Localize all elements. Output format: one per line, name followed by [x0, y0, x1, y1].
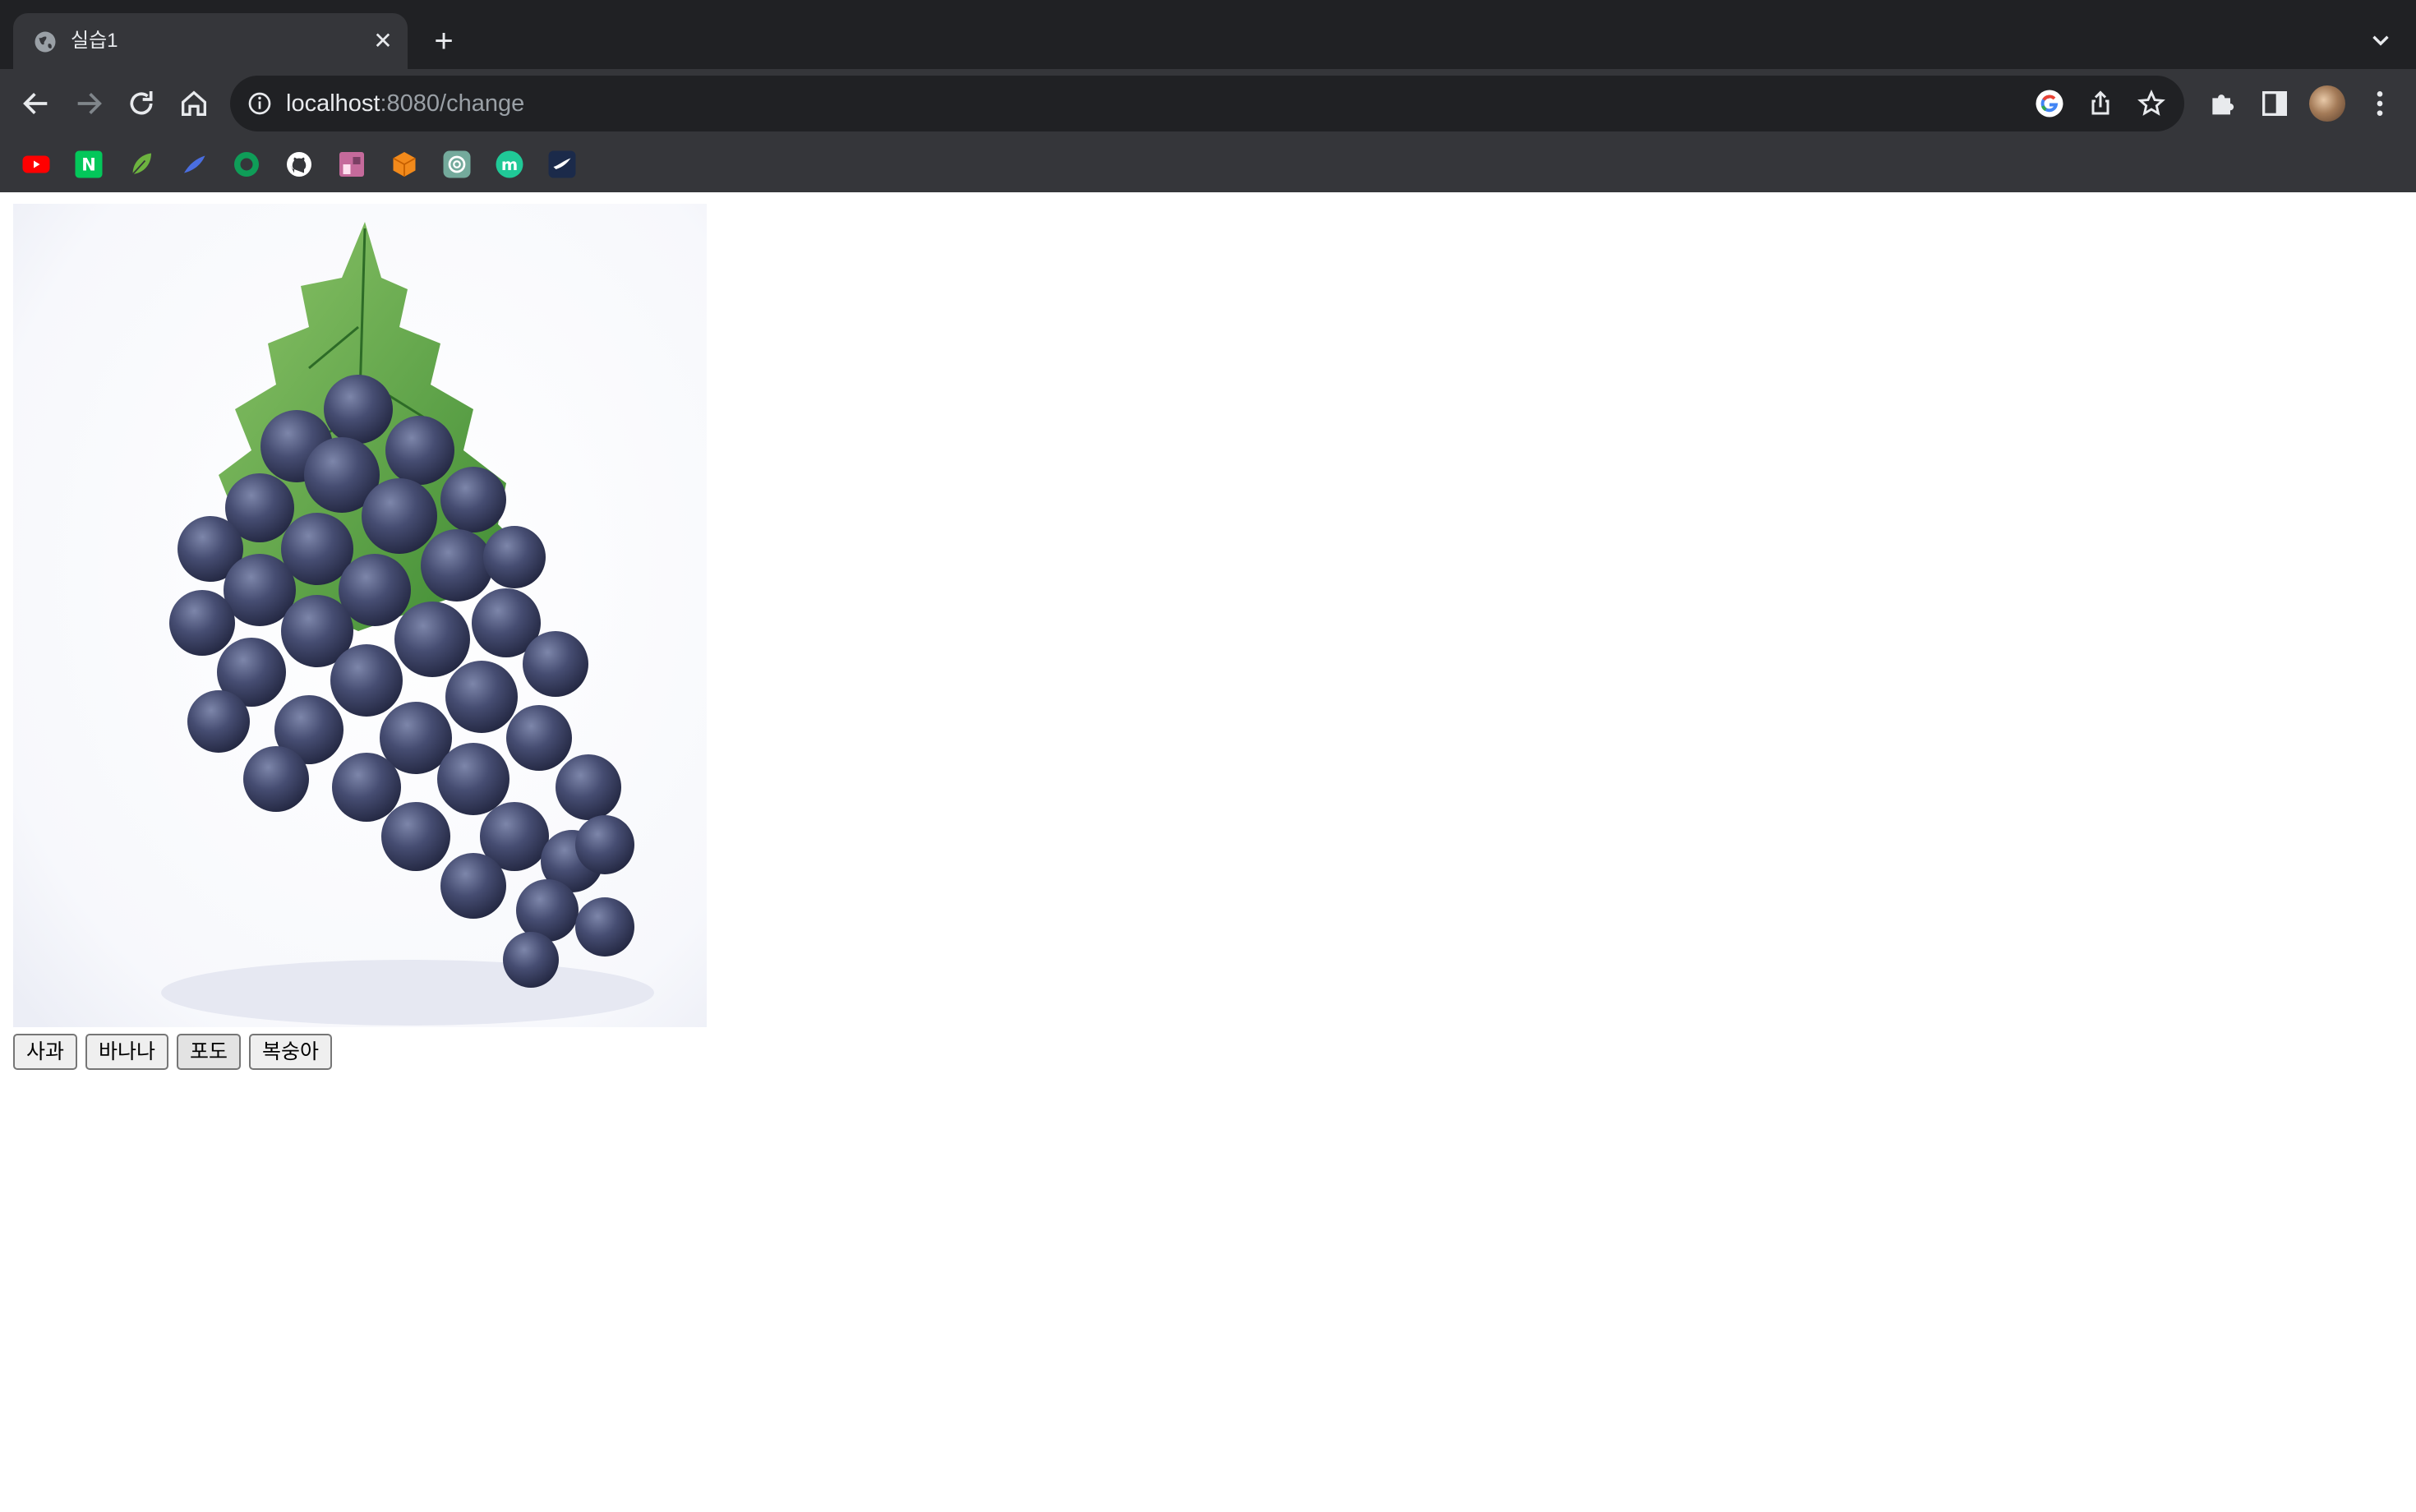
- feather-icon[interactable]: [179, 150, 209, 179]
- browser-chrome: 실습1 ✕ + localhost:8080/change N m: [0, 0, 2416, 192]
- address-bar[interactable]: localhost:8080/change: [230, 76, 2184, 131]
- github-icon[interactable]: [284, 150, 314, 179]
- google-lens-icon[interactable]: [2035, 89, 2064, 118]
- youtube-icon[interactable]: [21, 150, 51, 179]
- tab-strip: 실습1 ✕ +: [0, 0, 2416, 69]
- side-panel-icon[interactable]: [2258, 87, 2291, 120]
- leaf-icon[interactable]: [127, 150, 156, 179]
- cube-icon[interactable]: [390, 150, 419, 179]
- svg-text:N: N: [81, 155, 96, 175]
- reload-icon[interactable]: [125, 87, 158, 120]
- url-text[interactable]: localhost:8080/change: [286, 89, 524, 118]
- grape-image: [13, 204, 707, 1027]
- bookmark-star-icon[interactable]: [2137, 89, 2166, 118]
- grape-button[interactable]: 포도: [177, 1034, 242, 1070]
- profile-avatar[interactable]: [2309, 85, 2345, 122]
- tab-title: 실습1: [71, 30, 118, 52]
- forward-icon[interactable]: [72, 87, 105, 120]
- bookmarks-bar: N m: [0, 138, 2416, 192]
- menu-kebab-icon[interactable]: [2363, 87, 2396, 120]
- home-icon[interactable]: [178, 87, 210, 120]
- banana-button[interactable]: 바나나: [85, 1034, 169, 1070]
- page-content: 사과 바나나 포도 복숭아: [0, 192, 2416, 1512]
- active-tab[interactable]: 실습1 ✕: [13, 13, 408, 69]
- url-host: localhost: [286, 90, 380, 117]
- toolbar: localhost:8080/change: [0, 69, 2416, 138]
- new-tab-icon[interactable]: +: [427, 25, 460, 58]
- url-path: :8080/change: [380, 90, 525, 117]
- bird-icon[interactable]: [547, 150, 577, 179]
- naver-icon[interactable]: N: [74, 150, 104, 179]
- apple-button[interactable]: 사과: [13, 1034, 78, 1070]
- share-icon[interactable]: [2086, 89, 2115, 118]
- m-circle-icon[interactable]: m: [495, 150, 524, 179]
- fruit-button-row: 사과 바나나 포도 복숭아: [13, 1034, 333, 1072]
- close-tab-icon[interactable]: ✕: [370, 28, 396, 54]
- green-circle-icon[interactable]: [232, 150, 261, 179]
- peach-button[interactable]: 복숭아: [249, 1034, 333, 1070]
- extensions-puzzle-icon[interactable]: [2206, 87, 2238, 120]
- chatgpt-icon[interactable]: [442, 150, 472, 179]
- globe-icon: [35, 31, 56, 53]
- svg-text:m: m: [501, 155, 518, 174]
- tab-search-chevron-icon[interactable]: [2367, 26, 2395, 54]
- photo-icon[interactable]: [337, 150, 367, 179]
- back-icon[interactable]: [20, 87, 53, 120]
- info-icon[interactable]: [247, 90, 273, 117]
